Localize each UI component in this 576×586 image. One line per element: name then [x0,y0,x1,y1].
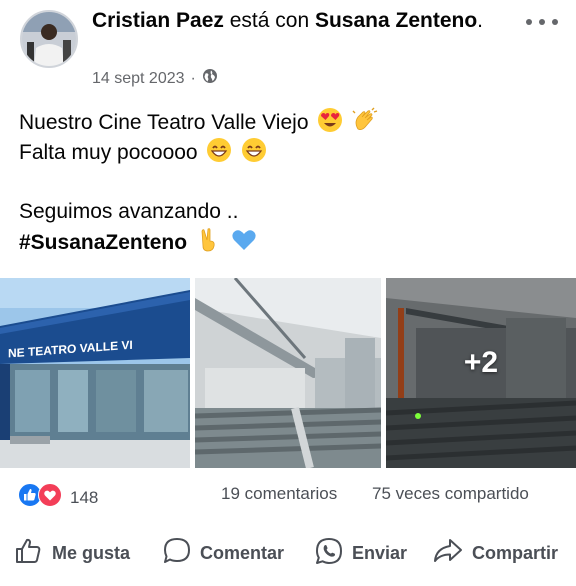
share-button[interactable]: Compartir [432,536,558,571]
blue-heart-emoji-icon [231,227,257,262]
tagged-person[interactable]: Susana Zenteno [315,9,477,32]
heart-eyes-emoji-icon [317,107,343,142]
post-header: Cristian Paez está con Susana Zenteno. 1… [0,0,576,96]
post-text-line: Seguimos avanzando .. [19,200,239,223]
like-label: Me gusta [52,543,131,563]
reactions-count: 148 [70,487,99,507]
more-photos-overlay[interactable]: +2 [386,278,576,468]
author-name[interactable]: Cristian Paez [92,9,224,32]
love-icon [38,483,62,512]
post-stats: 148 19 comentarios 75 veces compartido [0,480,576,510]
clapping-hands-emoji-icon [352,107,378,142]
share-label: Compartir [472,543,559,563]
like-button[interactable]: Me gusta [14,536,130,571]
send-whatsapp-button[interactable]: Enviar [314,536,407,571]
dot-icon [526,19,532,25]
post-date[interactable]: 14 sept 2023 [92,70,185,88]
dot-icon [552,19,558,25]
grinning-emoji-icon [206,137,232,172]
thumbs-up-icon [14,536,44,571]
photo-interior-stage[interactable]: +2 [386,278,576,468]
send-label: Enviar [352,543,408,563]
dot-icon [539,19,545,25]
victory-hand-emoji-icon [196,227,222,262]
comments-count[interactable]: 19 comentarios [221,484,337,504]
shares-count[interactable]: 75 veces compartido [372,484,529,504]
author-avatar[interactable] [20,10,78,68]
whatsapp-icon [314,536,344,571]
share-arrow-icon [432,536,464,571]
post-text-line: Falta muy pocoooo [19,137,559,167]
comment-bubble-icon [162,536,192,571]
post-text: Nuestro Cine Teatro Valle Viejo Falta mu… [19,107,559,257]
author-line: Cristian Paez está con Susana Zenteno. [92,9,484,32]
photo-theater-facade[interactable]: NE TEATRO VALLE VI [0,278,190,468]
globe-icon [202,68,218,89]
photo-interior-seats[interactable] [195,278,381,468]
post-text-line: Nuestro Cine Teatro Valle Viejo [19,107,559,137]
comment-button[interactable]: Comentar [162,536,284,571]
with-connector: está con [229,9,310,32]
post-actions: Me gusta Comentar Enviar Compartir [0,532,576,576]
more-options-button[interactable] [526,12,558,32]
comment-label: Comentar [200,543,285,563]
reactions-summary[interactable]: 148 [18,483,98,512]
hashtag-link[interactable]: #SusanaZenteno [19,231,187,254]
post-meta: 14 sept 2023 · [92,68,218,89]
photo-grid: NE TEATRO VALLE VI +2 [0,278,576,468]
grinning-emoji-icon [241,137,267,172]
post-text-line: #SusanaZenteno [19,227,559,257]
